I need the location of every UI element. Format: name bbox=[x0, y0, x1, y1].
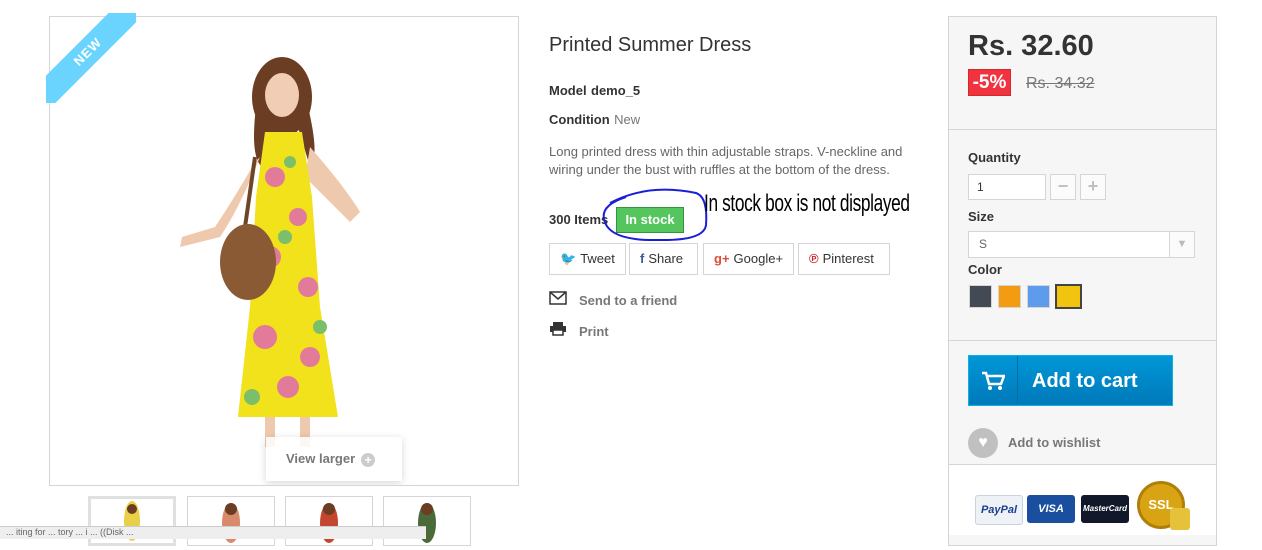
condition-value: New bbox=[614, 112, 641, 127]
model-label: Model bbox=[549, 83, 587, 98]
paypal-logo: PayPal bbox=[975, 495, 1023, 525]
heart-icon[interactable]: ♥ bbox=[968, 428, 998, 458]
color-swatch-2[interactable] bbox=[998, 285, 1021, 308]
pinterest-label: Pinterest bbox=[822, 251, 874, 266]
color-swatch-4[interactable] bbox=[1055, 284, 1082, 309]
annotation-text: In stock box is not displayed bbox=[704, 190, 910, 217]
google-plus-icon: g+ bbox=[714, 251, 730, 266]
google-plus-button[interactable]: g+ Google+ bbox=[703, 243, 794, 275]
model-row: Model demo_5 bbox=[549, 82, 640, 100]
size-select[interactable]: S ▼ bbox=[968, 231, 1195, 258]
send-to-friend-link[interactable]: Send to a friend bbox=[549, 291, 677, 308]
add-to-cart-label: Add to cart bbox=[1032, 370, 1138, 392]
tweet-button[interactable]: 🐦 Tweet bbox=[549, 243, 626, 275]
facebook-icon: f bbox=[640, 251, 645, 266]
shopping-cart-icon bbox=[969, 356, 1018, 404]
divider bbox=[949, 340, 1216, 341]
condition-row: Condition New bbox=[549, 111, 640, 129]
lock-icon bbox=[1170, 508, 1190, 530]
view-larger-label: View larger bbox=[286, 451, 356, 466]
quantity-decrement-button[interactable]: − bbox=[1050, 174, 1076, 200]
view-larger-button[interactable]: View larger + bbox=[266, 437, 402, 481]
envelope-icon bbox=[549, 291, 567, 308]
share-label: Share bbox=[648, 251, 684, 266]
chevron-down-icon: ▼ bbox=[1169, 232, 1194, 257]
zoom-plus-icon: + bbox=[361, 452, 376, 467]
pinterest-icon: ℗ bbox=[809, 251, 819, 266]
facebook-share-button[interactable]: f Share bbox=[629, 243, 698, 275]
old-price: Rs. 34.32 bbox=[1026, 75, 1095, 92]
color-swatch-1[interactable] bbox=[969, 285, 992, 308]
size-value: S bbox=[979, 237, 988, 251]
add-to-wishlist-link[interactable]: Add to wishlist bbox=[1008, 435, 1100, 450]
model-value: demo_5 bbox=[591, 83, 641, 98]
visa-logo: VISA bbox=[1027, 495, 1075, 523]
print-link[interactable]: Print bbox=[549, 321, 609, 339]
new-ribbon-label: NEW bbox=[46, 13, 136, 103]
condition-label: Condition bbox=[549, 112, 610, 127]
add-to-cart-button[interactable]: Add to cart bbox=[968, 355, 1173, 406]
browser-status-bar: ... iting for ... tory ... i ... ((Disk … bbox=[0, 526, 426, 539]
color-label: Color bbox=[968, 262, 1002, 277]
product-title: Printed Summer Dress bbox=[549, 34, 752, 56]
annotation-circle bbox=[602, 188, 708, 242]
product-description: Long printed dress with thin adjustable … bbox=[549, 144, 903, 177]
print-label: Print bbox=[579, 324, 609, 339]
pinterest-button[interactable]: ℗ Pinterest bbox=[798, 243, 890, 275]
send-to-friend-label: Send to a friend bbox=[579, 293, 678, 308]
tweet-label: Tweet bbox=[580, 251, 615, 266]
quantity-input[interactable]: 1 bbox=[968, 174, 1046, 200]
mastercard-logo: MasterCard bbox=[1081, 495, 1129, 523]
google-label: Google+ bbox=[733, 251, 784, 266]
new-ribbon: NEW bbox=[46, 13, 136, 103]
color-swatch-3[interactable] bbox=[1027, 285, 1050, 308]
printer-icon bbox=[549, 321, 567, 339]
quantity-label: Quantity bbox=[968, 150, 1021, 165]
current-price: Rs. 32.60 bbox=[968, 30, 1094, 62]
dress-model-image bbox=[180, 57, 360, 447]
quantity-increment-button[interactable]: + bbox=[1080, 174, 1106, 200]
size-label: Size bbox=[968, 209, 995, 224]
twitter-icon: 🐦 bbox=[560, 251, 577, 266]
discount-badge: -5% bbox=[968, 69, 1011, 96]
